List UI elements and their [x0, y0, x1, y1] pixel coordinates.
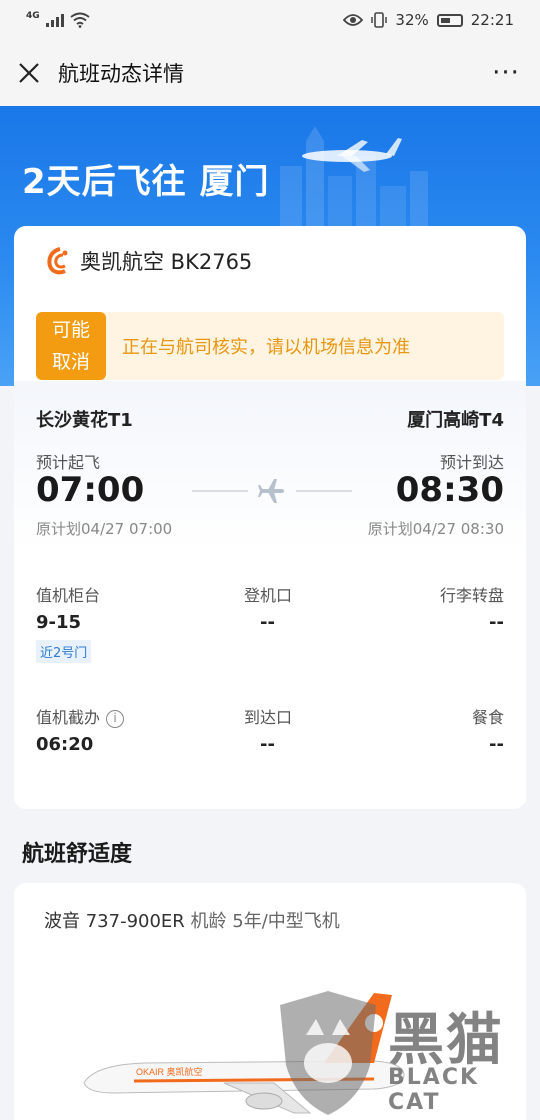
airline-flight-number: 奥凯航空 BK2765 [80, 250, 253, 274]
aircraft-info: 波音 737-900ER 机龄 5年/中型飞机 [44, 907, 340, 933]
vibrate-icon [371, 12, 388, 28]
baggage-value: -- [489, 612, 504, 633]
checkin-deadline-label: 值机截办 [36, 708, 101, 727]
watermark-en: BLACK CAT [388, 1065, 480, 1115]
signal-icon [45, 13, 64, 27]
status-bar: 4G 32% 22:21 [0, 0, 540, 40]
status-right: 32% 22:21 [343, 11, 514, 29]
info-icon[interactable]: i [106, 710, 125, 728]
nav-bar: 航班动态详情 ··· [0, 40, 540, 106]
dep-original-time: 原计划04/27 07:00 [36, 520, 173, 538]
gate-label: 登机口 [244, 586, 293, 605]
dep-time: 07:00 [36, 470, 145, 510]
battery-percent: 32% [395, 11, 429, 29]
airline-row: 奥凯航空 BK2765 [46, 246, 252, 276]
network-type: 4G [26, 11, 40, 21]
cancel-badge: 可能 取消 [36, 312, 106, 380]
eye-icon [343, 14, 364, 26]
aircraft-age: 机龄 5年/中型飞机 [190, 911, 340, 932]
battery-icon [436, 13, 463, 27]
checkin-counter-value: 9-15 [36, 612, 82, 633]
more-button[interactable]: ··· [486, 58, 526, 88]
black-cat-logo-icon [280, 991, 376, 1115]
comfort-section-title: 航班舒适度 [22, 842, 133, 867]
okair-logo-icon [47, 247, 68, 275]
black-cat-watermark: 黑猫 BLACK CAT [270, 985, 540, 1120]
status-left: 4G [26, 11, 90, 28]
aircraft-model: 波音 737-900ER [44, 911, 185, 932]
warning-text: 正在与航司核实，请以机场信息为准 [122, 337, 410, 358]
badge-line2: 取消 [51, 351, 90, 373]
badge-line1: 可能 [51, 319, 90, 341]
airplane-icon [192, 479, 352, 503]
baggage-label: 行李转盘 [439, 586, 504, 605]
arrival-gate-value: -- [260, 734, 275, 755]
clock: 22:21 [470, 11, 514, 29]
aircraft-livery: OKAIR 奥凯航空 [136, 1066, 203, 1077]
close-icon [19, 63, 39, 83]
near-gate-tag: 近2号门 [36, 640, 92, 663]
flight-card: 奥凯航空 BK2765 可能 取消 正在与航司核实，请以机场信息为准 长沙黄花T… [14, 226, 526, 809]
meal-label: 餐食 [471, 708, 504, 727]
checkin-deadline-value: 06:20 [36, 734, 94, 755]
arr-original-time: 原计划04/27 08:30 [367, 520, 504, 538]
cancel-warning: 可能 取消 正在与航司核实，请以机场信息为准 [36, 312, 504, 380]
hero-title: 2天后飞往 厦门 [22, 162, 270, 202]
wifi-icon [70, 12, 90, 28]
arrival-gate-label: 到达口 [244, 708, 293, 727]
departure-airport: 长沙黄花T1 [36, 410, 133, 431]
page-title: 航班动态详情 [58, 62, 184, 86]
watermark-cn: 黑猫 [388, 1008, 504, 1073]
arr-time: 08:30 [395, 470, 504, 510]
arrival-airport: 厦门高崎T4 [407, 410, 504, 431]
meal-value: -- [489, 734, 504, 755]
checkin-counter-label: 值机柜台 [36, 586, 101, 605]
city-skyline-illustration [280, 126, 428, 236]
gate-value: -- [260, 612, 275, 633]
checkin-deadline-label-row: 值机截办 i [36, 704, 125, 728]
close-button[interactable] [14, 58, 44, 88]
